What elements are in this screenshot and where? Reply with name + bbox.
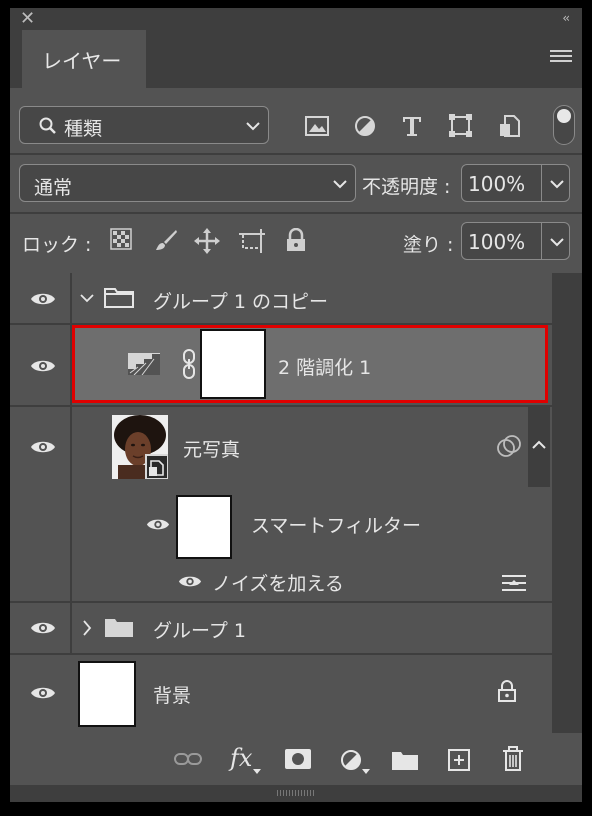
chevron-down-icon[interactable] [80, 293, 94, 303]
fill-value: 100% [468, 230, 526, 254]
lock-label: ロック : [22, 234, 92, 256]
layer-name: 背景 [153, 685, 192, 707]
layer-name: 元写真 [183, 439, 241, 461]
visibility-eye-icon[interactable] [30, 291, 56, 307]
layer-name: 2 階調化 1 [278, 357, 372, 379]
pixel-layer-filter-icon[interactable] [304, 114, 330, 138]
shape-layer-filter-icon[interactable] [448, 114, 474, 138]
fill-label: 塗り : [403, 234, 454, 256]
smart-filter-mask-thumbnail[interactable] [176, 495, 232, 559]
chevron-down-icon [333, 180, 347, 189]
visibility-eye-icon[interactable] [146, 517, 170, 532]
lock-artboard-icon[interactable] [238, 228, 266, 254]
smart-filter-label: スマートフィルター [251, 515, 422, 537]
new-adjustment-layer-icon[interactable] [339, 748, 363, 772]
new-layer-icon[interactable] [447, 748, 471, 772]
lock-transparent-pixels-icon[interactable] [110, 228, 132, 250]
lock-position-icon[interactable] [194, 228, 220, 254]
panel-menu-icon[interactable] [550, 50, 572, 66]
lock-all-icon[interactable] [285, 228, 307, 252]
chevron-down-icon [246, 122, 260, 131]
search-icon [39, 117, 56, 134]
dropdown-arrow-icon [362, 769, 370, 774]
layer-name: グループ 1 [153, 620, 246, 642]
visibility-eye-icon[interactable] [30, 439, 56, 455]
add-layer-mask-icon[interactable] [285, 749, 311, 769]
type-layer-filter-icon[interactable] [400, 114, 426, 138]
smart-object-thumbnail[interactable] [112, 415, 168, 479]
panel-title-bar: ✕ ‹‹ [10, 8, 582, 30]
layer-row-background[interactable]: 背景 [10, 655, 552, 733]
close-icon[interactable]: ✕ [20, 9, 35, 29]
chevron-down-icon[interactable] [550, 237, 564, 247]
blend-mode-label: 通常 [34, 177, 73, 199]
collapse-icon[interactable]: ‹‹ [562, 11, 569, 25]
layer-mask-thumbnail[interactable] [200, 329, 266, 399]
filter-name: ノイズを加える [212, 573, 344, 595]
visibility-eye-icon[interactable] [30, 358, 56, 374]
layer-row-group-1[interactable]: グループ 1 [10, 603, 552, 653]
layer-filter-label: 種類 [64, 118, 103, 140]
resize-grip[interactable] [277, 790, 315, 796]
visibility-eye-icon[interactable] [30, 685, 56, 701]
layer-row-threshold[interactable]: 2 階調化 1 [10, 325, 552, 405]
threshold-adjustment-icon [128, 353, 160, 375]
divider [10, 212, 582, 214]
opacity-value: 100% [468, 172, 526, 196]
layer-row-smart-object[interactable]: 元写真 スマートフィルター ノイズを加える [10, 407, 552, 601]
filter-toggle[interactable] [553, 105, 575, 145]
opacity-label: 不透明度 : [362, 176, 451, 198]
visibility-eye-icon[interactable] [178, 574, 202, 589]
smart-object-filter-icon[interactable] [497, 114, 523, 138]
filter-blending-options-icon[interactable] [502, 574, 526, 592]
lock-image-pixels-icon[interactable] [154, 228, 178, 252]
layers-list: グループ 1 のコピー 2 階調化 1 元写真 スマートフィルター ノイズを加え… [10, 273, 582, 733]
visibility-eye-icon[interactable] [30, 620, 56, 636]
layer-filter-select[interactable]: 種類 [19, 106, 269, 144]
opacity-input[interactable]: 100% [461, 164, 570, 202]
fill-input[interactable]: 100% [461, 222, 570, 260]
layers-scrollbar[interactable] [552, 273, 582, 733]
layer-name: グループ 1 のコピー [153, 291, 329, 313]
background-thumbnail [78, 661, 136, 727]
adjustment-layer-filter-icon[interactable] [353, 114, 379, 138]
tab-layers-label: レイヤー [42, 49, 122, 73]
new-group-folder-icon[interactable] [391, 749, 419, 771]
folder-icon [104, 288, 134, 308]
layer-row-group-copy[interactable]: グループ 1 のコピー [10, 273, 552, 323]
link-layers-icon[interactable] [174, 751, 202, 767]
link-chain-icon[interactable] [181, 349, 197, 379]
dropdown-arrow-icon [253, 769, 261, 774]
collapse-effects-toggle[interactable] [528, 407, 550, 487]
smart-filter-icon [497, 435, 521, 457]
delete-layer-trash-icon[interactable] [502, 746, 524, 772]
tab-row: レイヤー [10, 30, 582, 88]
chevron-right-icon[interactable] [82, 620, 92, 636]
folder-icon [105, 619, 133, 637]
chevron-down-icon[interactable] [550, 179, 564, 189]
divider [10, 153, 582, 155]
chevron-up-icon [532, 440, 546, 449]
tab-layers[interactable]: レイヤー [22, 30, 146, 88]
blend-mode-select[interactable]: 通常 [19, 164, 356, 202]
fx-layer-style-button[interactable]: fx [230, 744, 252, 772]
lock-icon[interactable] [497, 680, 517, 702]
